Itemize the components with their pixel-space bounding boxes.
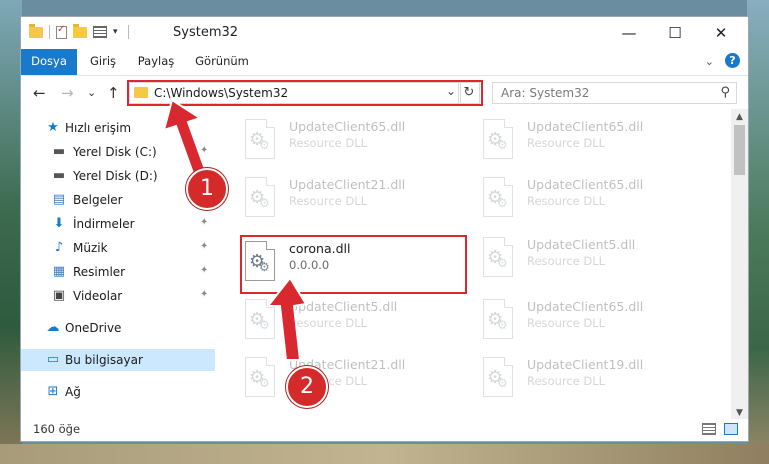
step-badge-1: 1 — [186, 168, 228, 210]
step-badge-2: 2 — [286, 366, 328, 408]
annotation-arrow-1 — [162, 98, 308, 361]
